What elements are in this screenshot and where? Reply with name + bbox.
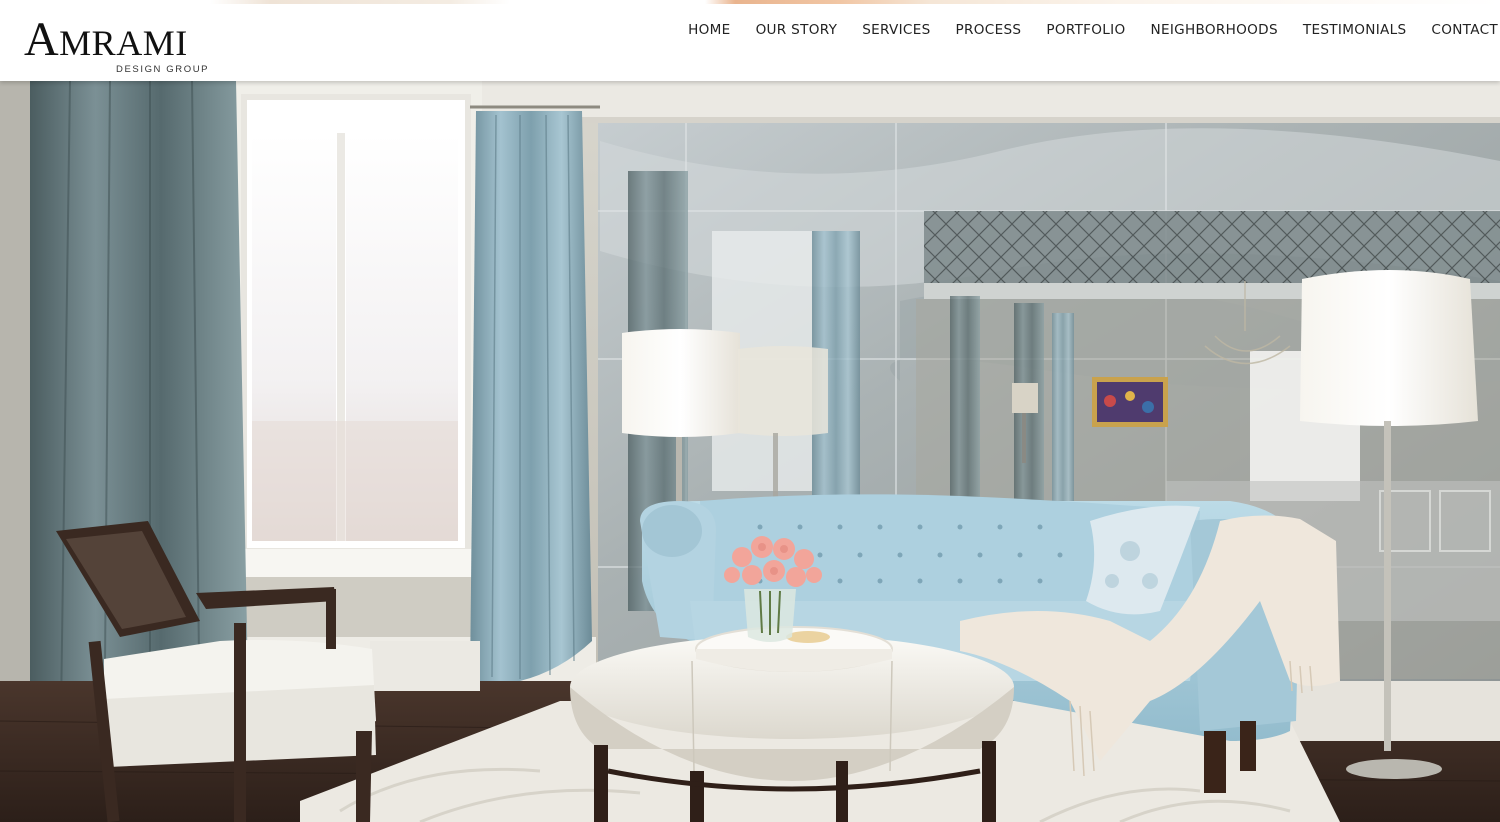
hero-illustration xyxy=(0,81,1500,822)
nav-contact[interactable]: CONTACT xyxy=(1419,18,1500,42)
nav-process[interactable]: PROCESS xyxy=(943,18,1034,42)
nav-home[interactable]: HOME xyxy=(676,18,743,42)
nav-testimonials[interactable]: TESTIMONIALS xyxy=(1290,18,1419,42)
site-header: AMRAMI DESIGN GROUP HOME OUR STORY SERVI… xyxy=(0,0,1500,81)
header-image-strip xyxy=(0,0,1500,4)
nav-portfolio[interactable]: PORTFOLIO xyxy=(1034,18,1138,42)
site-logo[interactable]: AMRAMI DESIGN GROUP xyxy=(24,16,220,76)
logo-wordmark: AMRAMI xyxy=(24,13,188,66)
nav-our-story[interactable]: OUR STORY xyxy=(743,18,850,42)
main-nav: HOME OUR STORY SERVICES PROCESS PORTFOLI… xyxy=(676,18,1500,42)
logo-subtitle: DESIGN GROUP xyxy=(116,64,210,75)
hero-image xyxy=(0,81,1500,822)
nav-neighborhoods[interactable]: NEIGHBORHOODS xyxy=(1138,18,1290,42)
nav-services[interactable]: SERVICES xyxy=(850,18,943,42)
